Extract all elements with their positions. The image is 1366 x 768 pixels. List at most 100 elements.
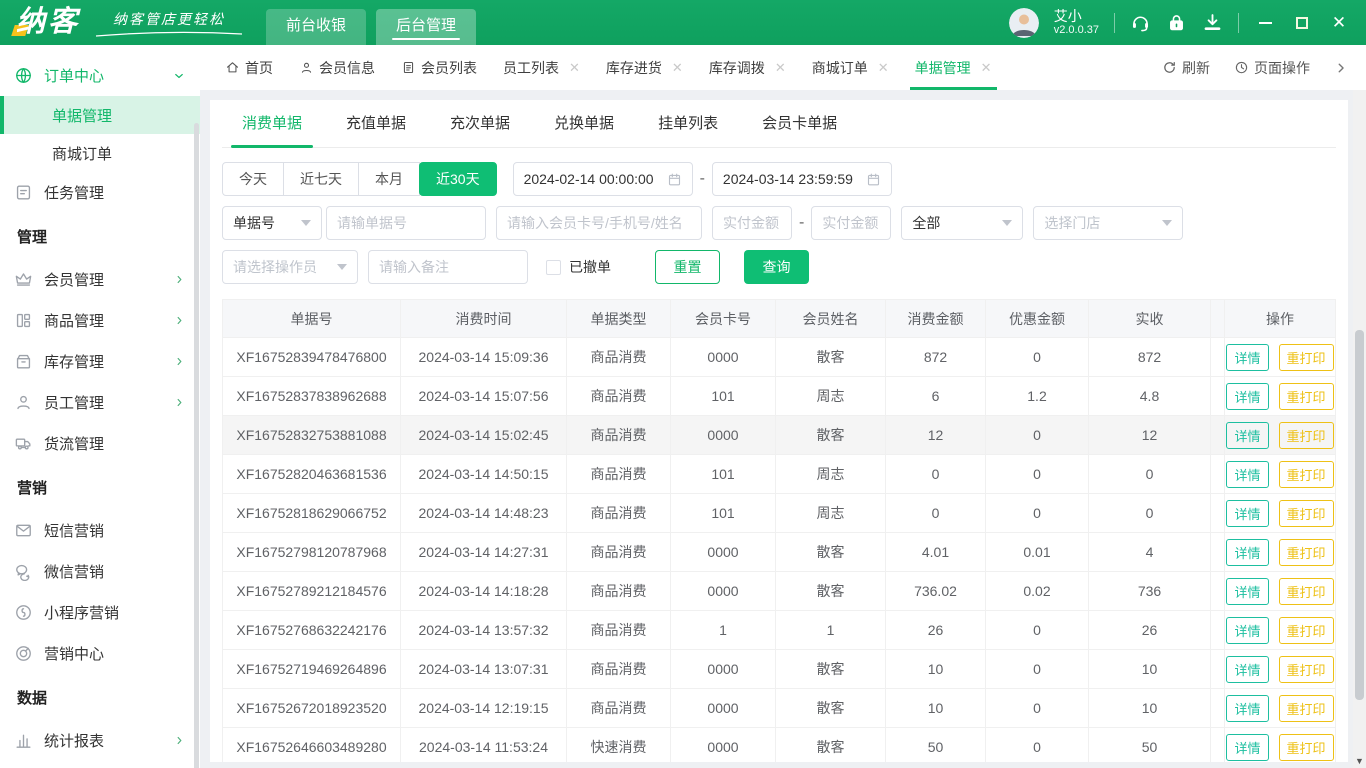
page-tab[interactable]: 库存调拨 ✕: [696, 45, 799, 90]
detail-button[interactable]: 详情: [1226, 616, 1269, 644]
sidebar-item[interactable]: 员工管理: [0, 382, 200, 423]
quick-date-button[interactable]: 近30天: [419, 162, 497, 196]
sidebar-item[interactable]: 货流管理: [0, 423, 200, 464]
close-tab-icon[interactable]: ✕: [672, 60, 683, 76]
page-tab[interactable]: 会员列表: [388, 45, 490, 90]
reprint-button[interactable]: 重打印: [1278, 421, 1334, 449]
close-tab-icon[interactable]: ✕: [878, 60, 889, 76]
sidebar-item-orders[interactable]: 订单中心: [0, 55, 200, 96]
maximize-button[interactable]: [1291, 12, 1313, 34]
lock-icon[interactable]: [1166, 12, 1187, 33]
page-operations-button[interactable]: 页面操作: [1234, 58, 1310, 78]
table-row[interactable]: XF16752839478476800 2024-03-14 15:09:36 商品…: [222, 337, 1336, 377]
store-select[interactable]: 选择门店: [1033, 206, 1184, 240]
amount-min-input[interactable]: [712, 206, 792, 240]
sidebar-item[interactable]: 统计报表: [0, 720, 200, 761]
reset-button[interactable]: 重置: [655, 250, 720, 284]
remark-input[interactable]: [368, 250, 528, 284]
detail-button[interactable]: 详情: [1226, 343, 1269, 371]
detail-button[interactable]: 详情: [1226, 382, 1269, 410]
detail-button[interactable]: 详情: [1226, 421, 1269, 449]
sidebar-item[interactable]: 会员管理: [0, 259, 200, 300]
user-info[interactable]: 艾小 v2.0.0.37: [1054, 8, 1099, 38]
sidebar-item[interactable]: 小程序营销: [0, 592, 200, 633]
table-row[interactable]: XF16752719469264896 2024-03-14 13:07:31 商品…: [222, 649, 1336, 689]
sidebar-item[interactable]: 短信营销: [0, 510, 200, 551]
sidebar-item[interactable]: 数据分析: [0, 761, 200, 768]
table-row[interactable]: XF16752832753881088 2024-03-14 15:02:45 商品…: [222, 415, 1336, 455]
table-row[interactable]: XF16752768632242176 2024-03-14 13:57:32 商品…: [222, 610, 1336, 650]
scroll-down-arrow-icon[interactable]: ▼: [1353, 756, 1366, 766]
page-tab[interactable]: 首页: [212, 45, 286, 90]
detail-button[interactable]: 详情: [1226, 733, 1269, 761]
detail-button[interactable]: 详情: [1226, 460, 1269, 488]
table-row[interactable]: XF16752798120787968 2024-03-14 14:27:31 商品…: [222, 532, 1336, 572]
vertical-scrollbar[interactable]: ▼: [1353, 90, 1366, 768]
cancelled-checkbox[interactable]: [546, 259, 561, 275]
reprint-button[interactable]: 重打印: [1278, 733, 1334, 761]
subtab[interactable]: 挂单列表: [658, 100, 718, 148]
close-tab-icon[interactable]: ✕: [569, 60, 580, 76]
page-tab[interactable]: 员工列表 ✕: [490, 45, 593, 90]
sidebar-item[interactable]: 营销中心: [0, 633, 200, 674]
detail-button[interactable]: 详情: [1226, 538, 1269, 566]
table-row[interactable]: XF16752818629066752 2024-03-14 14:48:23 商品…: [222, 493, 1336, 533]
date-from-input[interactable]: 2024-02-14 00:00:00: [512, 162, 693, 196]
subtab[interactable]: 充值单据: [346, 100, 406, 148]
date-to-input[interactable]: 2024-03-14 23:59:59: [711, 162, 892, 196]
headset-icon[interactable]: [1130, 12, 1151, 33]
search-button[interactable]: 查询: [744, 250, 809, 284]
detail-button[interactable]: 详情: [1226, 655, 1269, 683]
reprint-button[interactable]: 重打印: [1278, 499, 1334, 527]
detail-button[interactable]: 详情: [1226, 694, 1269, 722]
close-tab-icon[interactable]: ✕: [775, 60, 786, 76]
reprint-button[interactable]: 重打印: [1278, 343, 1334, 371]
refresh-button[interactable]: 刷新: [1162, 58, 1210, 78]
download-icon[interactable]: [1202, 12, 1223, 33]
tabbar-scroll-right-icon[interactable]: [1334, 61, 1348, 75]
table-row[interactable]: XF16752672018923520 2024-03-14 12:19:15 商品…: [222, 688, 1336, 728]
topbar-nav-button[interactable]: 前台收银: [266, 9, 367, 45]
scrollbar-thumb[interactable]: [1355, 330, 1364, 700]
quick-date-button[interactable]: 本月: [358, 162, 420, 196]
table-row[interactable]: XF16752646603489280 2024-03-14 11:53:24 快速…: [222, 727, 1336, 762]
sidebar-item[interactable]: 任务管理: [0, 172, 200, 213]
page-tab[interactable]: 库存进货 ✕: [593, 45, 696, 90]
subtab[interactable]: 充次单据: [450, 100, 510, 148]
quick-date-button[interactable]: 近七天: [283, 162, 359, 196]
table-row[interactable]: XF16752789212184576 2024-03-14 14:18:28 商品…: [222, 571, 1336, 611]
sidebar-item[interactable]: 库存管理: [0, 341, 200, 382]
doc-no-input[interactable]: [326, 206, 486, 240]
avatar[interactable]: [1008, 7, 1039, 38]
sidebar-item[interactable]: 微信营销: [0, 551, 200, 592]
sidebar-subitem[interactable]: 单据管理: [0, 96, 200, 134]
table-row[interactable]: XF16752837838962688 2024-03-14 15:07:56 商品…: [222, 376, 1336, 416]
page-tab[interactable]: 商城订单 ✕: [799, 45, 902, 90]
member-search-input[interactable]: [496, 206, 702, 240]
minimize-button[interactable]: [1254, 12, 1276, 34]
sidebar-scrollbar[interactable]: [194, 123, 199, 768]
close-tab-icon[interactable]: ✕: [981, 60, 992, 76]
reprint-button[interactable]: 重打印: [1278, 655, 1334, 683]
sidebar-subitem[interactable]: 商城订单: [0, 134, 200, 172]
detail-button[interactable]: 详情: [1226, 577, 1269, 605]
topbar-nav-button[interactable]: 后台管理: [376, 9, 477, 45]
reprint-button[interactable]: 重打印: [1278, 460, 1334, 488]
subtab[interactable]: 消费单据: [230, 100, 314, 148]
reprint-button[interactable]: 重打印: [1278, 616, 1334, 644]
reprint-button[interactable]: 重打印: [1278, 382, 1334, 410]
amount-max-input[interactable]: [811, 206, 892, 240]
reprint-button[interactable]: 重打印: [1278, 577, 1334, 605]
subtab[interactable]: 兑换单据: [554, 100, 614, 148]
sidebar-item[interactable]: 商品管理: [0, 300, 200, 341]
status-select[interactable]: 全部: [901, 206, 1024, 240]
reprint-button[interactable]: 重打印: [1278, 538, 1334, 566]
page-tab[interactable]: 单据管理 ✕: [902, 45, 1005, 90]
detail-button[interactable]: 详情: [1226, 499, 1269, 527]
page-tab[interactable]: 会员信息: [286, 45, 388, 90]
operator-select[interactable]: 请选择操作员: [222, 250, 358, 284]
subtab[interactable]: 会员卡单据: [762, 100, 837, 148]
table-row[interactable]: XF16752820463681536 2024-03-14 14:50:15 商品…: [222, 454, 1336, 494]
close-button[interactable]: ✕: [1328, 12, 1350, 34]
quick-date-button[interactable]: 今天: [222, 162, 284, 196]
